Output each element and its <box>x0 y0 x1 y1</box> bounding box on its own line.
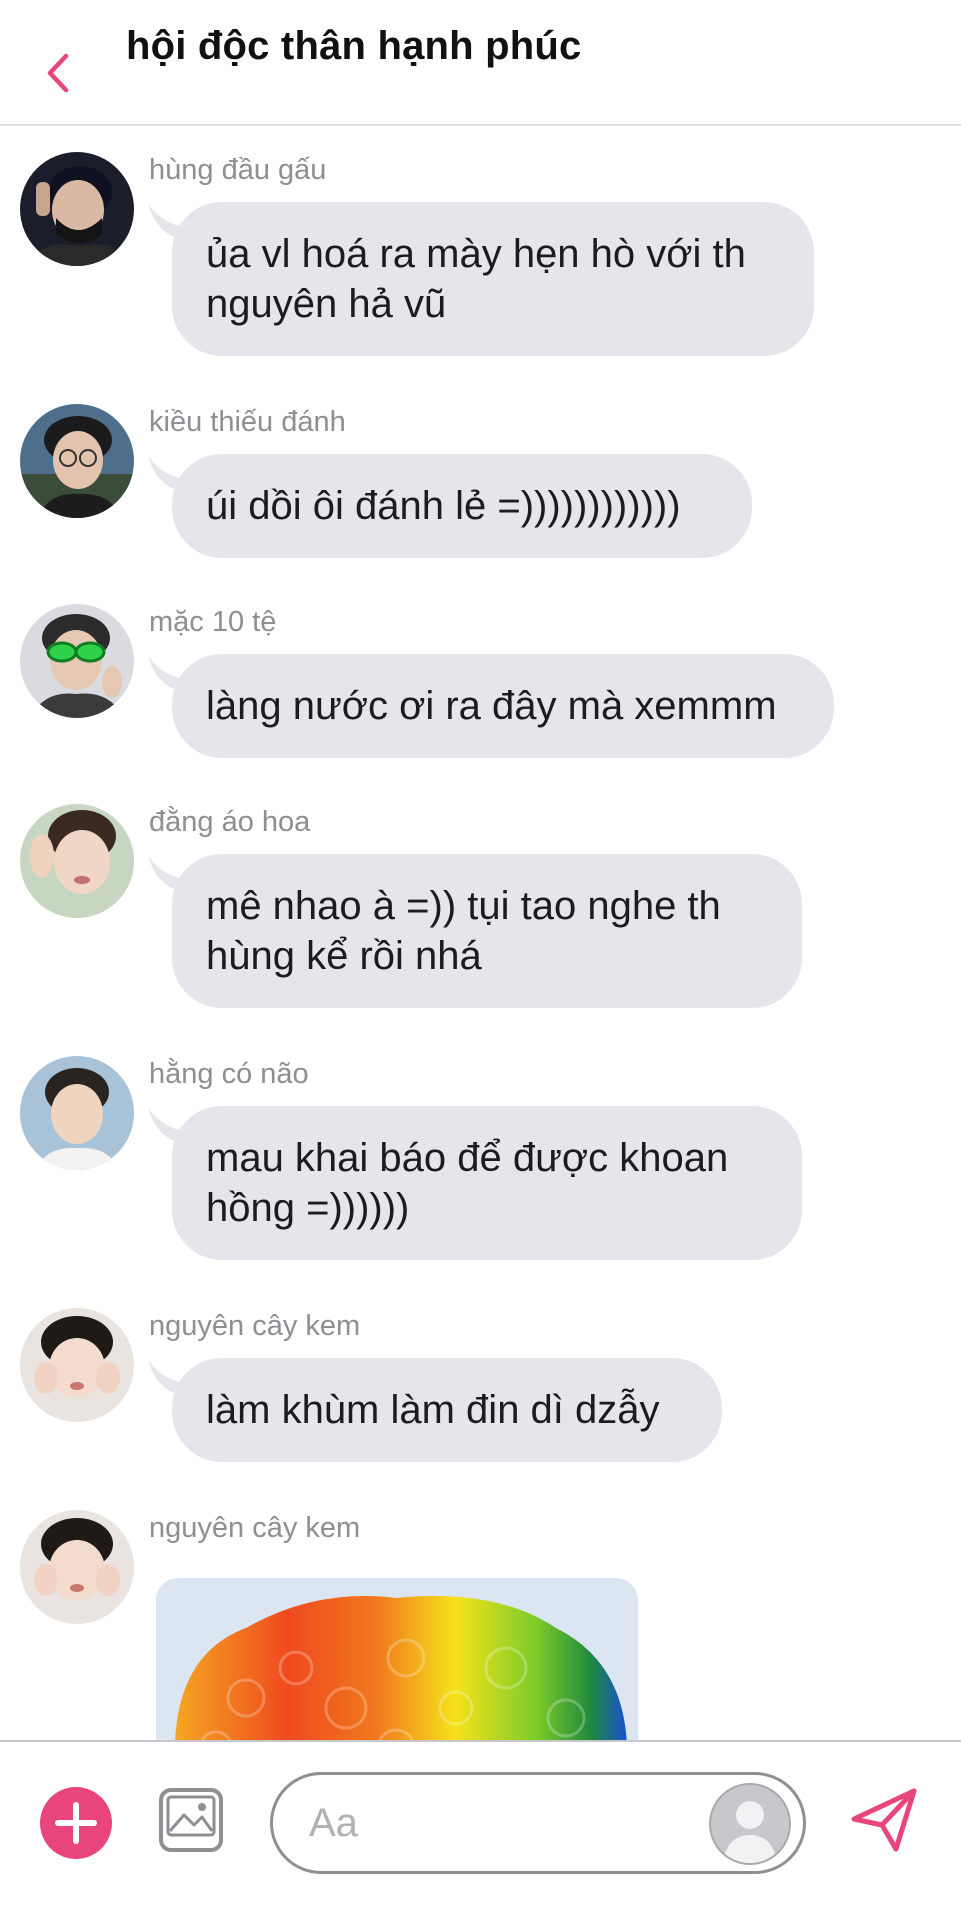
sender-name: kiều thiếu đánh <box>149 406 346 438</box>
default-profile-icon[interactable] <box>709 1783 791 1865</box>
chat-header: hội độc thân hạnh phúc <box>0 0 961 126</box>
message-list[interactable]: hùng đầu gấu ủa vl hoá ra mày hẹn hò với… <box>0 126 961 1740</box>
send-icon <box>851 1788 917 1852</box>
message-line: hùng kể rồi nhá <box>206 934 482 978</box>
avatar-cheeks-face-icon <box>20 1308 134 1422</box>
gallery-icon <box>159 1788 223 1852</box>
message-bubble[interactable]: làm khùm làm đin dì dzẫy <box>172 1358 722 1462</box>
avatar[interactable] <box>20 1308 134 1422</box>
message-bubble[interactable]: úi dồi ôi đánh lẻ =)))))))))))) <box>172 454 752 558</box>
message-bubble[interactable]: ủa vl hoá ra mày hẹn hò với th nguyên hả… <box>172 202 814 356</box>
send-button[interactable] <box>848 1785 920 1855</box>
avatar-cheeks-face-icon <box>20 1510 134 1624</box>
add-button[interactable] <box>40 1787 112 1859</box>
sender-name: mặc 10 tệ <box>149 606 277 638</box>
avatar-face-icon <box>20 1056 134 1170</box>
message-line: ủa vl hoá ra mày hẹn hò với th <box>206 232 746 276</box>
gallery-button[interactable] <box>158 1787 224 1853</box>
avatar-waving-face-icon <box>20 804 134 918</box>
sender-name: đằng áo hoa <box>149 806 311 838</box>
plus-icon <box>55 1802 97 1844</box>
avatar[interactable] <box>20 604 134 718</box>
sender-name: nguyên cây kem <box>149 1310 361 1342</box>
sender-name: hằng có não <box>149 1058 309 1090</box>
avatar[interactable] <box>20 1510 134 1624</box>
chat-title: hội độc thân hạnh phúc <box>126 24 582 68</box>
message-line: mau khai báo để được khoan <box>206 1136 729 1180</box>
avatar[interactable] <box>20 1056 134 1170</box>
chevron-left-icon <box>47 53 69 93</box>
message-line: làng nước ơi ra đây mà xemmm <box>206 684 777 728</box>
avatar-masked-face-icon <box>20 152 134 266</box>
composer-bar <box>0 1740 961 1920</box>
message-line: làm khùm làm đin dì dzẫy <box>206 1388 660 1432</box>
message-bubble[interactable]: mê nhao à =)) tụi tao nghe th hùng kể rồ… <box>172 854 802 1008</box>
rainbow-clown-wig-image <box>156 1578 638 1740</box>
avatar-green-glasses-face-icon <box>20 604 134 718</box>
message-line: mê nhao à =)) tụi tao nghe th <box>206 884 721 928</box>
message-input-box[interactable] <box>270 1772 806 1874</box>
avatar[interactable] <box>20 404 134 518</box>
sender-name: nguyên cây kem <box>149 1512 361 1544</box>
person-silhouette-icon <box>723 1801 777 1863</box>
message-line: nguyên hả vũ <box>206 282 447 326</box>
avatar[interactable] <box>20 152 134 266</box>
message-line: hồng =)))))) <box>206 1186 410 1230</box>
message-bubble[interactable]: làng nước ơi ra đây mà xemmm <box>172 654 834 758</box>
avatar[interactable] <box>20 804 134 918</box>
message-input[interactable] <box>307 1797 671 1849</box>
avatar-glasses-face-icon <box>20 404 134 518</box>
back-button[interactable] <box>40 48 76 98</box>
message-bubble[interactable]: mau khai báo để được khoan hồng =)))))) <box>172 1106 802 1260</box>
image-message[interactable] <box>156 1578 638 1740</box>
sender-name: hùng đầu gấu <box>149 154 327 186</box>
message-line: úi dồi ôi đánh lẻ =)))))))))))) <box>206 484 681 528</box>
